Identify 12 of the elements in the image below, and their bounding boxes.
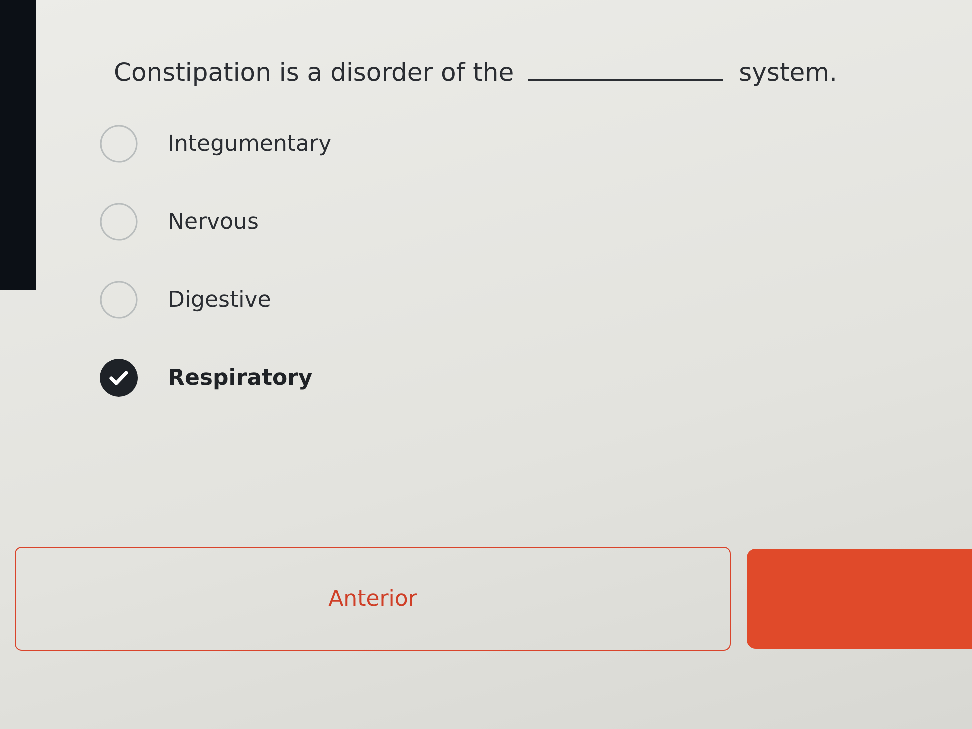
question-text: system. <box>739 58 838 87</box>
radio-button[interactable] <box>100 281 138 319</box>
radio-button[interactable] <box>100 203 138 241</box>
previous-button[interactable]: Anterior <box>15 547 731 651</box>
option-label: Digestive <box>168 288 272 312</box>
radio-checked-icon[interactable] <box>100 359 138 397</box>
question-text: Constipation is a disorder of the <box>114 58 514 87</box>
next-button[interactable] <box>747 549 972 649</box>
radio-button[interactable] <box>100 125 138 163</box>
option-label: Respiratory <box>168 366 313 390</box>
option-label: Integumentary <box>168 132 332 156</box>
option-label: Nervous <box>168 210 259 234</box>
